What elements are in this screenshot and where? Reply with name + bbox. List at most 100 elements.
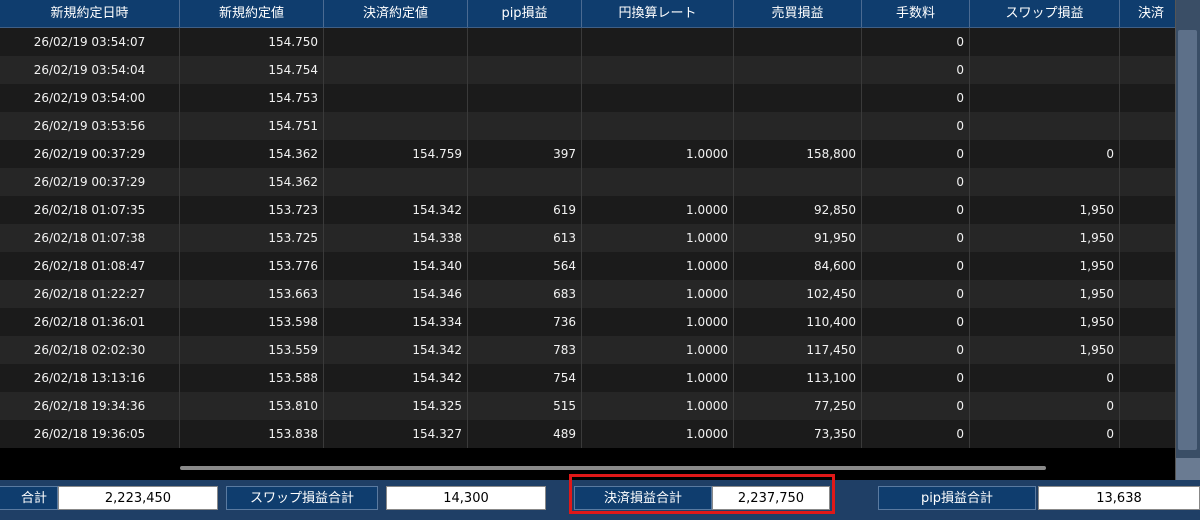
pip-pl-cell: 754 bbox=[468, 364, 582, 392]
settle-total-label: 決済損益合計 bbox=[574, 486, 712, 510]
settle-cell bbox=[1120, 308, 1175, 336]
open-price-cell: 154.362 bbox=[180, 140, 324, 168]
swap-pl-cell bbox=[970, 56, 1120, 84]
table-row[interactable]: 26/02/19 00:37:29 154.362 154.759 397 1.0000… bbox=[0, 140, 1175, 168]
settle-cell bbox=[1120, 280, 1175, 308]
close-price-cell bbox=[324, 56, 468, 84]
open-datetime-cell: 26/02/19 03:54:04 bbox=[0, 56, 180, 84]
column-header-settle[interactable]: 決済 bbox=[1120, 0, 1175, 27]
open-price-cell: 154.750 bbox=[180, 28, 324, 56]
trade-pl-cell: 84,600 bbox=[734, 252, 862, 280]
table-row[interactable]: 26/02/18 01:07:38 153.725 154.338 613 1.0000… bbox=[0, 224, 1175, 252]
settle-cell bbox=[1120, 364, 1175, 392]
close-price-cell: 154.327 bbox=[324, 420, 468, 448]
yen-rate-cell bbox=[582, 56, 734, 84]
table-row[interactable]: 26/02/18 01:22:27 153.663 154.346 683 1.0000… bbox=[0, 280, 1175, 308]
total-value: 2,223,450 bbox=[58, 486, 218, 510]
fee-cell: 0 bbox=[862, 28, 970, 56]
fee-cell: 0 bbox=[862, 196, 970, 224]
trade-pl-cell: 77,250 bbox=[734, 392, 862, 420]
column-header-trade-pl[interactable]: 売買損益 bbox=[734, 0, 862, 27]
open-datetime-cell: 26/02/18 01:07:38 bbox=[0, 224, 180, 252]
trade-pl-cell: 73,350 bbox=[734, 420, 862, 448]
open-datetime-cell: 26/02/18 01:36:01 bbox=[0, 308, 180, 336]
column-header-open-datetime[interactable]: 新規約定日時 bbox=[0, 0, 180, 27]
swap-pl-cell: 0 bbox=[970, 392, 1120, 420]
table-row[interactable]: 26/02/18 19:36:05 153.838 154.327 489 1.0000… bbox=[0, 420, 1175, 448]
trade-pl-cell: 91,950 bbox=[734, 224, 862, 252]
open-datetime-cell: 26/02/18 13:13:16 bbox=[0, 364, 180, 392]
swap-pl-cell: 0 bbox=[970, 420, 1120, 448]
vertical-scrollbar-thumb[interactable] bbox=[1178, 30, 1197, 450]
open-price-cell: 153.723 bbox=[180, 196, 324, 224]
swap-pl-cell: 0 bbox=[970, 364, 1120, 392]
yen-rate-cell: 1.0000 bbox=[582, 420, 734, 448]
pip-pl-cell bbox=[468, 84, 582, 112]
settle-cell bbox=[1120, 168, 1175, 196]
settle-cell bbox=[1120, 84, 1175, 112]
table-row[interactable]: 26/02/19 03:54:07 154.750 0 bbox=[0, 28, 1175, 56]
yen-rate-cell: 1.0000 bbox=[582, 280, 734, 308]
trade-pl-cell bbox=[734, 168, 862, 196]
trade-pl-cell: 102,450 bbox=[734, 280, 862, 308]
fee-cell: 0 bbox=[862, 280, 970, 308]
open-price-cell: 153.663 bbox=[180, 280, 324, 308]
horizontal-scrollbar[interactable] bbox=[0, 460, 1175, 480]
swap-pl-cell bbox=[970, 84, 1120, 112]
column-header-pip-pl[interactable]: pip損益 bbox=[468, 0, 582, 27]
open-datetime-cell: 26/02/19 00:37:29 bbox=[0, 168, 180, 196]
yen-rate-cell bbox=[582, 168, 734, 196]
column-header-close-price[interactable]: 決済約定値 bbox=[324, 0, 468, 27]
column-header-fee[interactable]: 手数料 bbox=[862, 0, 970, 27]
table-row[interactable]: 26/02/18 01:08:47 153.776 154.340 564 1.0000… bbox=[0, 252, 1175, 280]
trade-pl-cell: 92,850 bbox=[734, 196, 862, 224]
open-price-cell: 153.838 bbox=[180, 420, 324, 448]
table-row[interactable]: 26/02/19 03:54:04 154.754 0 bbox=[0, 56, 1175, 84]
settle-cell bbox=[1120, 28, 1175, 56]
close-price-cell bbox=[324, 28, 468, 56]
settle-cell bbox=[1120, 420, 1175, 448]
close-price-cell: 154.759 bbox=[324, 140, 468, 168]
swap-pl-cell bbox=[970, 112, 1120, 140]
yen-rate-cell: 1.0000 bbox=[582, 336, 734, 364]
trade-table-body: 26/02/19 03:54:07 154.750 0 26/02/19 03:54:… bbox=[0, 28, 1175, 460]
yen-rate-cell: 1.0000 bbox=[582, 140, 734, 168]
table-row[interactable]: 26/02/18 01:07:35 153.723 154.342 619 1.0000… bbox=[0, 196, 1175, 224]
pip-pl-cell: 613 bbox=[468, 224, 582, 252]
yen-rate-cell: 1.0000 bbox=[582, 196, 734, 224]
pip-pl-cell bbox=[468, 56, 582, 84]
open-price-cell: 154.754 bbox=[180, 56, 324, 84]
close-price-cell: 154.342 bbox=[324, 196, 468, 224]
column-header-swap-pl[interactable]: スワップ損益 bbox=[970, 0, 1120, 27]
table-row[interactable]: 26/02/19 00:37:29 154.362 0 bbox=[0, 168, 1175, 196]
table-row[interactable]: 26/02/18 13:13:16 153.588 154.342 754 1.0000… bbox=[0, 364, 1175, 392]
swap-total-value: 14,300 bbox=[386, 486, 546, 510]
trade-pl-cell: 113,100 bbox=[734, 364, 862, 392]
open-datetime-cell: 26/02/18 02:02:30 bbox=[0, 336, 180, 364]
close-price-cell bbox=[324, 168, 468, 196]
table-row[interactable]: 26/02/18 02:02:30 153.559 154.342 783 1.0000… bbox=[0, 336, 1175, 364]
open-price-cell: 154.753 bbox=[180, 84, 324, 112]
swap-pl-cell: 1,950 bbox=[970, 224, 1120, 252]
open-datetime-cell: 26/02/18 19:36:05 bbox=[0, 420, 180, 448]
open-datetime-cell: 26/02/19 03:54:00 bbox=[0, 84, 180, 112]
column-header-open-price[interactable]: 新規約定値 bbox=[180, 0, 324, 27]
swap-pl-cell: 1,950 bbox=[970, 308, 1120, 336]
open-datetime-cell: 26/02/18 01:22:27 bbox=[0, 280, 180, 308]
swap-pl-cell: 1,950 bbox=[970, 280, 1120, 308]
trade-pl-cell: 117,450 bbox=[734, 336, 862, 364]
scrollbar-corner bbox=[1176, 458, 1200, 480]
open-price-cell: 153.776 bbox=[180, 252, 324, 280]
settle-total-value: 2,237,750 bbox=[712, 486, 830, 510]
column-header-yen-rate[interactable]: 円換算レート bbox=[582, 0, 734, 27]
table-row[interactable]: 26/02/19 03:54:00 154.753 0 bbox=[0, 84, 1175, 112]
settle-cell bbox=[1120, 224, 1175, 252]
table-row[interactable]: 26/02/18 19:34:36 153.810 154.325 515 1.0000… bbox=[0, 392, 1175, 420]
yen-rate-cell: 1.0000 bbox=[582, 364, 734, 392]
table-row[interactable]: 26/02/18 01:36:01 153.598 154.334 736 1.0000… bbox=[0, 308, 1175, 336]
settle-cell bbox=[1120, 140, 1175, 168]
horizontal-scrollbar-thumb[interactable] bbox=[180, 466, 1046, 470]
swap-pl-cell: 0 bbox=[970, 140, 1120, 168]
table-header: 新規約定日時 新規約定値 決済約定値 pip損益 円換算レート 売買損益 手数料… bbox=[0, 0, 1175, 28]
table-row[interactable]: 26/02/19 03:53:56 154.751 0 bbox=[0, 112, 1175, 140]
